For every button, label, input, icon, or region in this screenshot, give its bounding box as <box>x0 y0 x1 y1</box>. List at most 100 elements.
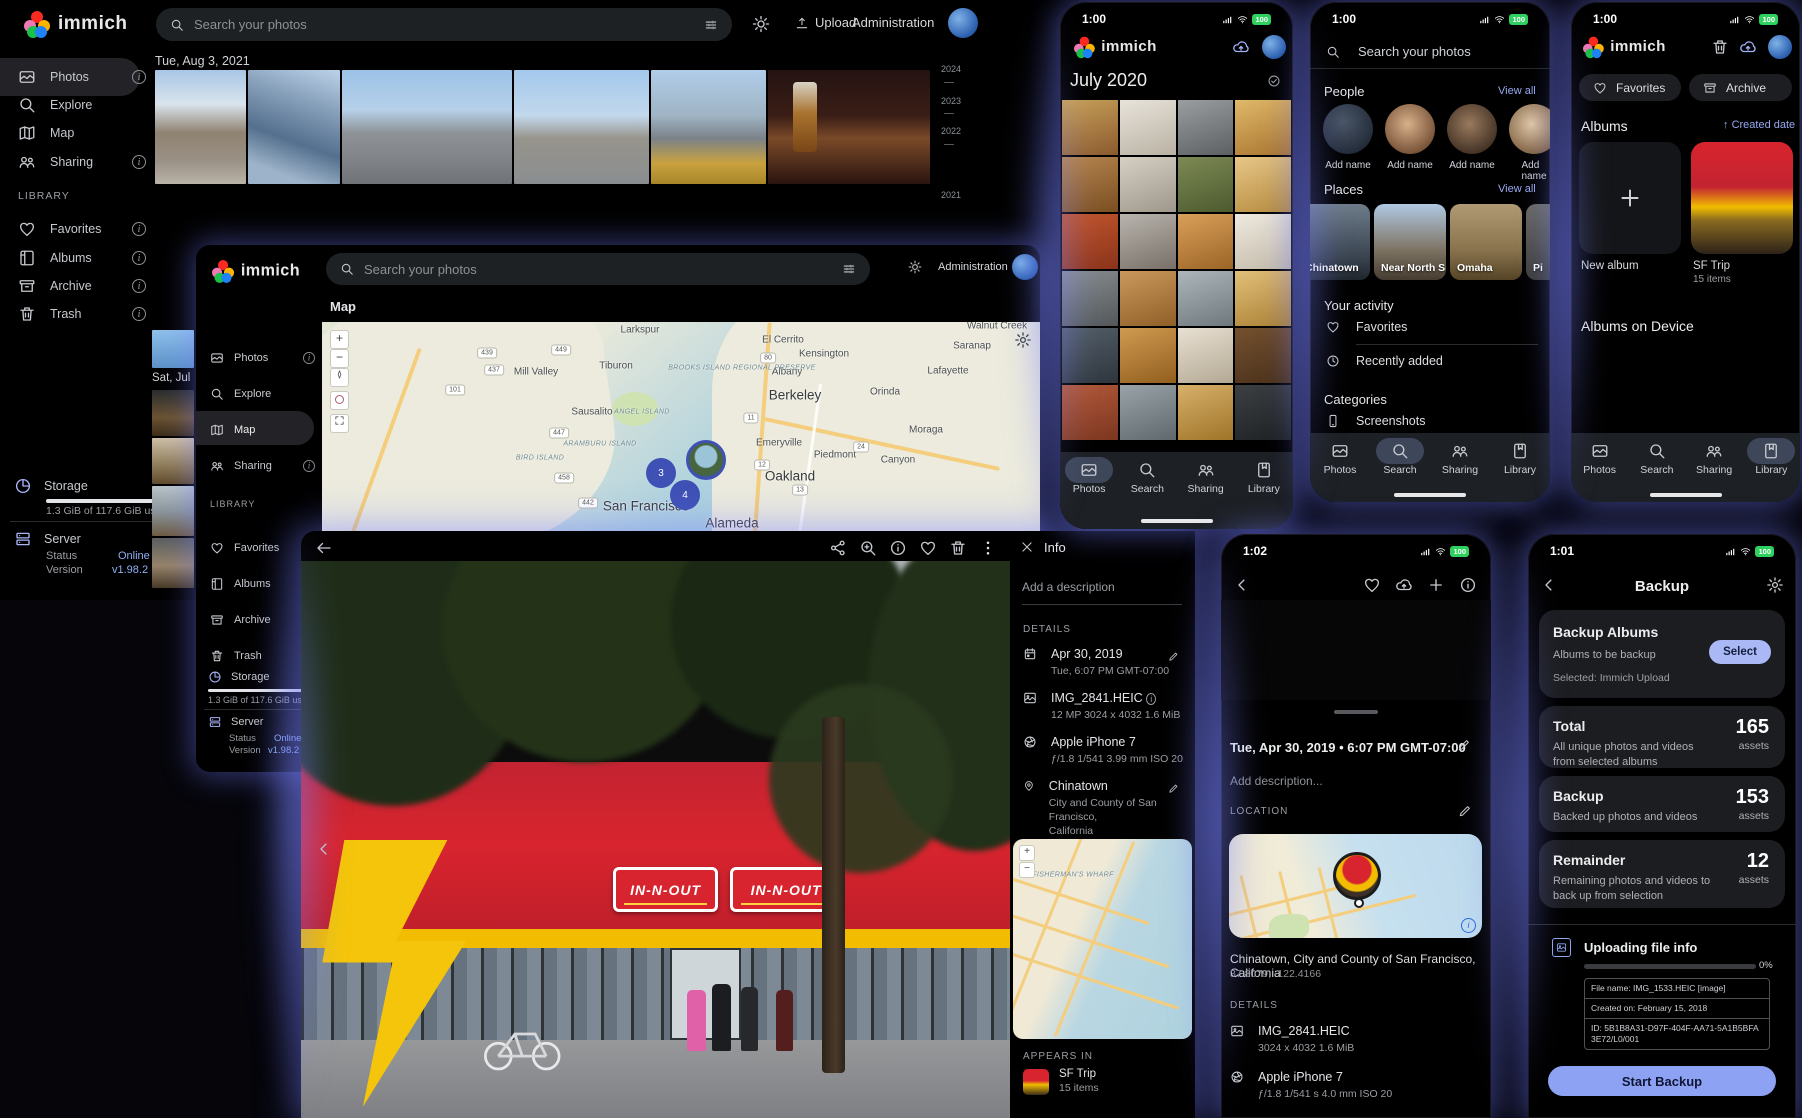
edit-location-button[interactable] <box>1458 804 1472 823</box>
photo-grid-tile[interactable] <box>1235 328 1291 383</box>
sidebar-item-photos[interactable]: Photosi <box>0 62 146 92</box>
sidebar-item-favorites[interactable]: Favoritesi <box>196 533 316 563</box>
photo-grid-tile[interactable] <box>1062 100 1118 155</box>
viewer-info-button[interactable] <box>889 539 907 562</box>
map-compass-button[interactable] <box>330 368 349 387</box>
place-card[interactable]: Omaha <box>1450 204 1522 280</box>
archive-button[interactable]: Archive <box>1689 74 1792 101</box>
viewer-back-button[interactable] <box>315 539 333 562</box>
nav-search-active[interactable]: Search <box>1372 442 1428 476</box>
photo-thumbnail[interactable] <box>152 330 194 368</box>
edit-location-button[interactable] <box>1168 781 1179 799</box>
map-locate-button[interactable] <box>330 391 349 410</box>
person-face[interactable] <box>1385 104 1435 154</box>
photo-area-dark[interactable] <box>1221 600 1491 700</box>
info-circle-icon[interactable]: i <box>132 307 146 321</box>
photo-grid-tile[interactable] <box>1235 385 1291 440</box>
favorites-button[interactable]: Favorites <box>1579 74 1681 101</box>
sidebar-item-albums[interactable]: Albumsi <box>196 569 316 599</box>
location-map[interactable]: The Embarcadero - San Francisco Ferry i <box>1229 834 1482 938</box>
map-attribution-icon[interactable]: i <box>1461 918 1476 933</box>
nav-sharing[interactable]: Sharing <box>1686 442 1742 476</box>
photo-grid-tile[interactable] <box>1178 271 1234 326</box>
map-photo-thumbnail-marker[interactable] <box>686 440 726 480</box>
photo-grid-tile[interactable] <box>1120 157 1176 212</box>
photo-grid[interactable] <box>1062 100 1291 440</box>
photo-grid-tile[interactable] <box>1062 328 1118 383</box>
info-circle-icon[interactable]: i <box>132 70 146 84</box>
filter-sliders-icon[interactable] <box>842 262 856 276</box>
places-view-all-link[interactable]: View all <box>1498 183 1536 195</box>
upload-button[interactable]: Upload <box>795 15 856 30</box>
trash-button[interactable] <box>1711 38 1729 61</box>
home-indicator[interactable] <box>1141 519 1213 523</box>
recently-added-row[interactable]: Recently added <box>1326 354 1443 368</box>
add-name-link[interactable]: Add name <box>1387 160 1433 171</box>
select-albums-button[interactable]: Select <box>1709 640 1771 664</box>
sidebar-item-sharing[interactable]: Sharingi <box>0 147 146 177</box>
timeline-year[interactable]: 2024 <box>941 64 961 74</box>
sidebar-item-map[interactable]: Map <box>0 118 146 148</box>
photo-thumbnail[interactable] <box>152 486 194 536</box>
drag-handle[interactable] <box>1334 710 1378 714</box>
sidebar-item-trash[interactable]: Trashi <box>0 299 146 329</box>
photo-thumbnail[interactable] <box>651 70 766 184</box>
settings-button[interactable] <box>1766 576 1784 599</box>
back-button[interactable] <box>1233 576 1251 599</box>
user-avatar[interactable] <box>1012 254 1038 280</box>
sidebar-item-photos[interactable]: Photosi <box>196 343 316 373</box>
viewer-zoom-button[interactable] <box>859 539 877 562</box>
nav-library[interactable]: Library <box>1492 442 1548 476</box>
filter-sliders-icon[interactable] <box>704 18 718 32</box>
photo-thumbnail[interactable] <box>342 70 512 184</box>
immich-logo[interactable]: immich <box>212 260 300 282</box>
favorites-row[interactable]: Favorites <box>1326 320 1407 334</box>
nav-sharing[interactable]: Sharing <box>1432 442 1488 476</box>
appears-in-album[interactable]: SF Trip15 items <box>1023 1068 1183 1095</box>
search-bar[interactable]: Search your photos <box>326 253 870 285</box>
home-indicator[interactable] <box>1394 493 1466 497</box>
nav-search[interactable]: Search <box>1119 461 1175 495</box>
sidebar-item-explore[interactable]: Explore <box>196 379 316 409</box>
photo-grid-tile[interactable] <box>1062 157 1118 212</box>
backup-cloud-button[interactable] <box>1739 38 1757 61</box>
sidebar-item-sharing[interactable]: Sharingi <box>196 451 316 481</box>
photo-grid-tile[interactable] <box>1178 100 1234 155</box>
people-view-all-link[interactable]: View all <box>1498 85 1536 97</box>
viewer-prev-arrow[interactable] <box>315 840 333 863</box>
photo-grid-tile[interactable] <box>1235 271 1291 326</box>
nav-library[interactable]: Library <box>1236 461 1292 495</box>
photo-grid-tile[interactable] <box>1120 385 1176 440</box>
viewer-share-button[interactable] <box>829 539 847 562</box>
new-album-card[interactable] <box>1579 142 1681 254</box>
timeline-year[interactable]: 2021 <box>941 190 961 200</box>
sidebar-item-map-active[interactable]: Map <box>196 415 316 445</box>
place-card[interactable]: Pi <box>1526 204 1550 280</box>
photo-thumbnail[interactable] <box>152 538 194 588</box>
photo-map-marker[interactable] <box>1333 852 1381 900</box>
search-placeholder[interactable]: Search your photos <box>364 262 832 277</box>
photo-grid-tile[interactable] <box>1062 214 1118 269</box>
file-info-icon[interactable]: i <box>1146 693 1156 705</box>
sidebar-item-trash[interactable]: Trashi <box>196 641 316 671</box>
nav-sharing[interactable]: Sharing <box>1178 461 1234 495</box>
add-name-link[interactable]: Add name <box>1449 160 1495 171</box>
info-circle-icon[interactable]: i <box>303 460 315 472</box>
backup-cloud-button[interactable] <box>1232 38 1250 61</box>
viewer-favorite-button[interactable] <box>919 539 937 562</box>
info-circle-icon[interactable]: i <box>303 352 315 364</box>
photo-grid-tile[interactable] <box>1235 100 1291 155</box>
place-card[interactable]: Near North Side <box>1374 204 1446 280</box>
photo-grid-tile[interactable] <box>1178 214 1234 269</box>
home-indicator[interactable] <box>1650 493 1722 497</box>
search-placeholder[interactable]: Search your photos <box>194 17 694 32</box>
nav-photos[interactable]: Photos <box>1572 442 1628 476</box>
photo-thumbnail[interactable] <box>514 70 649 184</box>
viewer-delete-button[interactable] <box>949 539 967 562</box>
location-map-thumbnail[interactable]: FISHERMAN'S WHARF + − <box>1013 839 1192 1039</box>
photo-grid-tile[interactable] <box>1062 385 1118 440</box>
user-avatar[interactable] <box>1768 35 1792 59</box>
info-circle-icon[interactable]: i <box>132 155 146 169</box>
map-settings-button[interactable] <box>1014 331 1032 354</box>
person-face[interactable] <box>1323 104 1373 154</box>
